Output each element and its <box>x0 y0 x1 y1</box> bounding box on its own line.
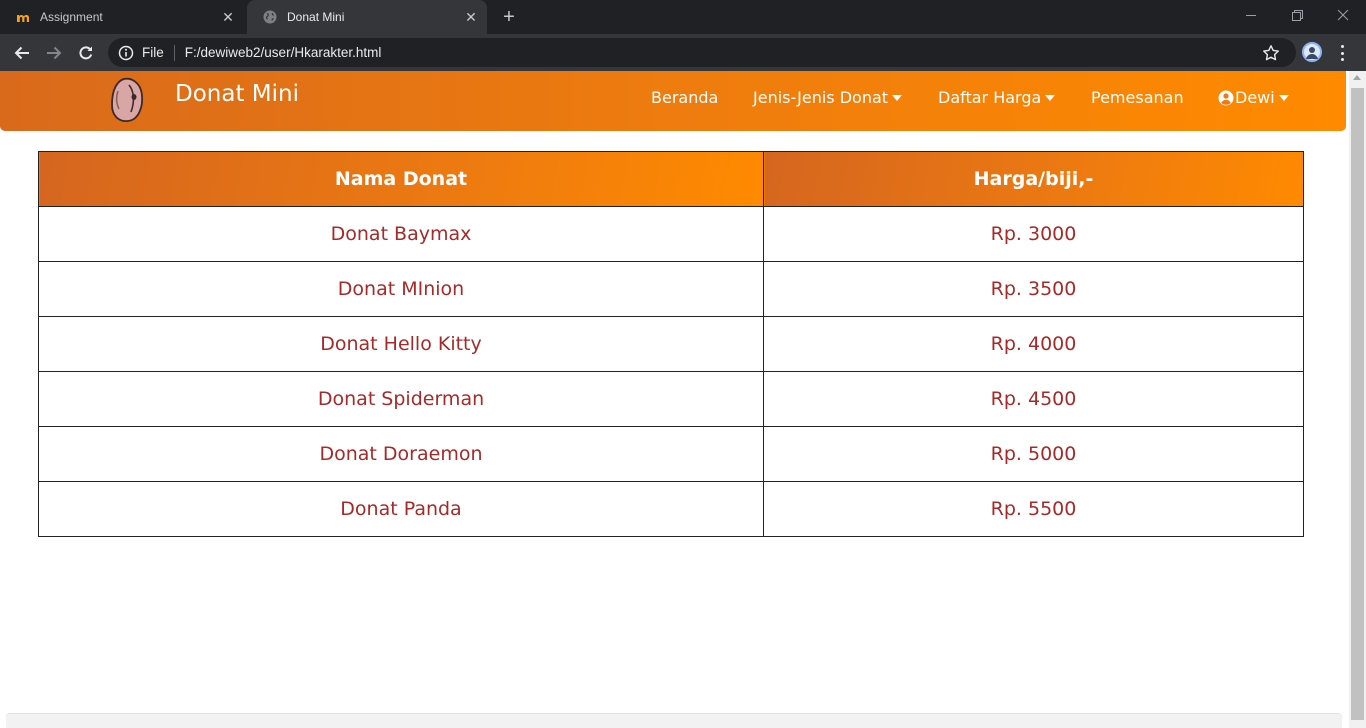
tab-title: Assignment <box>40 10 103 24</box>
donut-price-cell: Rp. 4000 <box>763 316 1304 372</box>
reload-icon[interactable] <box>74 41 98 65</box>
column-header-name: Nama Donat <box>38 151 764 207</box>
tab-title: Donat Mini <box>287 10 345 24</box>
close-tab-icon[interactable]: ✕ <box>463 9 479 25</box>
tab-donat-mini[interactable]: Donat Mini ✕ <box>247 0 487 34</box>
donut-name-cell: Donat Panda <box>38 481 764 537</box>
browser-tab-strip: Assignment ✕ Donat Mini ✕ + <box>0 0 1366 34</box>
nav-daftar-harga[interactable]: Daftar Harga <box>938 88 1056 107</box>
nav-beranda[interactable]: Beranda <box>651 88 718 107</box>
donut-logo-icon[interactable] <box>108 75 148 125</box>
table-row: Donat Panda Rp. 5500 <box>38 481 1304 537</box>
nav-label: Daftar Harga <box>938 88 1042 107</box>
address-bar[interactable]: File F:/dewiweb2/user/Hkarakter.html <box>108 38 1296 67</box>
donut-name-cell: Donat Baymax <box>38 206 764 262</box>
brand-name[interactable]: Donat Mini <box>175 81 299 107</box>
nav-label: Pemesanan <box>1091 88 1184 107</box>
donut-price-cell: Rp. 5000 <box>763 426 1304 482</box>
divider <box>173 44 175 61</box>
globe-icon <box>262 9 278 25</box>
scroll-up-arrow-icon[interactable] <box>1353 75 1361 80</box>
nav-jenis-jenis-donat[interactable]: Jenis-Jenis Donat <box>753 88 903 107</box>
restore-window-icon[interactable] <box>1274 0 1320 30</box>
nav-pemesanan[interactable]: Pemesanan <box>1091 88 1184 107</box>
nav-label: Beranda <box>651 88 719 107</box>
browser-menu-icon[interactable] <box>1337 43 1347 63</box>
info-icon[interactable] <box>118 45 134 61</box>
nav-label: Jenis-Jenis Donat <box>753 88 889 107</box>
donut-price-cell: Rp. 3000 <box>763 206 1304 262</box>
nav-user-menu[interactable]: Dewi <box>1218 88 1289 107</box>
browser-toolbar: File F:/dewiweb2/user/Hkarakter.html <box>0 34 1366 71</box>
tab-assignment[interactable]: Assignment ✕ <box>0 0 244 34</box>
table-header-row: Nama Donat Harga/biji,- <box>38 151 1304 207</box>
minimize-window-icon[interactable] <box>1228 0 1274 30</box>
new-tab-plus-icon[interactable]: + <box>498 7 520 29</box>
price-table: Nama Donat Harga/biji,- Donat Baymax Rp.… <box>38 151 1304 537</box>
close-tab-icon[interactable]: ✕ <box>220 9 236 25</box>
bookmark-star-icon[interactable] <box>1262 44 1280 62</box>
page-footer-bar <box>6 713 1342 728</box>
donut-price-cell: Rp. 3500 <box>763 261 1304 317</box>
user-label: Dewi <box>1235 88 1275 107</box>
table-row: Donat Baymax Rp. 3000 <box>38 206 1304 262</box>
donut-name-cell: Donat Doraemon <box>38 426 764 482</box>
scheme-label: File <box>142 45 164 60</box>
donut-name-cell: Donat MInion <box>38 261 764 317</box>
url-text[interactable]: F:/dewiweb2/user/Hkarakter.html <box>185 45 1262 60</box>
caret-down-icon <box>892 94 903 101</box>
table-row: Donat Doraemon Rp. 5000 <box>38 426 1304 482</box>
forward-arrow-icon[interactable] <box>42 41 66 65</box>
donut-name-cell: Donat Hello Kitty <box>38 316 764 372</box>
close-window-icon[interactable] <box>1320 0 1366 30</box>
profile-avatar[interactable] <box>1302 42 1322 62</box>
caret-down-icon <box>1278 94 1289 101</box>
brand-m-icon <box>15 9 31 25</box>
caret-down-icon <box>1045 94 1056 101</box>
table-row: Donat Spiderman Rp. 4500 <box>38 371 1304 427</box>
vertical-scrollbar[interactable] <box>1349 71 1366 728</box>
page-viewport: Donat Mini Beranda Jenis-Jenis Donat Daf… <box>0 71 1349 728</box>
user-circle-icon <box>1218 90 1234 106</box>
scrollbar-thumb[interactable] <box>1351 88 1364 720</box>
site-navbar: Donat Mini Beranda Jenis-Jenis Donat Daf… <box>0 71 1346 131</box>
table-row: Donat MInion Rp. 3500 <box>38 261 1304 317</box>
donut-name-cell: Donat Spiderman <box>38 371 764 427</box>
column-header-price: Harga/biji,- <box>763 151 1304 207</box>
table-row: Donat Hello Kitty Rp. 4000 <box>38 316 1304 372</box>
donut-price-cell: Rp. 4500 <box>763 371 1304 427</box>
donut-price-cell: Rp. 5500 <box>763 481 1304 537</box>
back-arrow-icon[interactable] <box>10 41 34 65</box>
